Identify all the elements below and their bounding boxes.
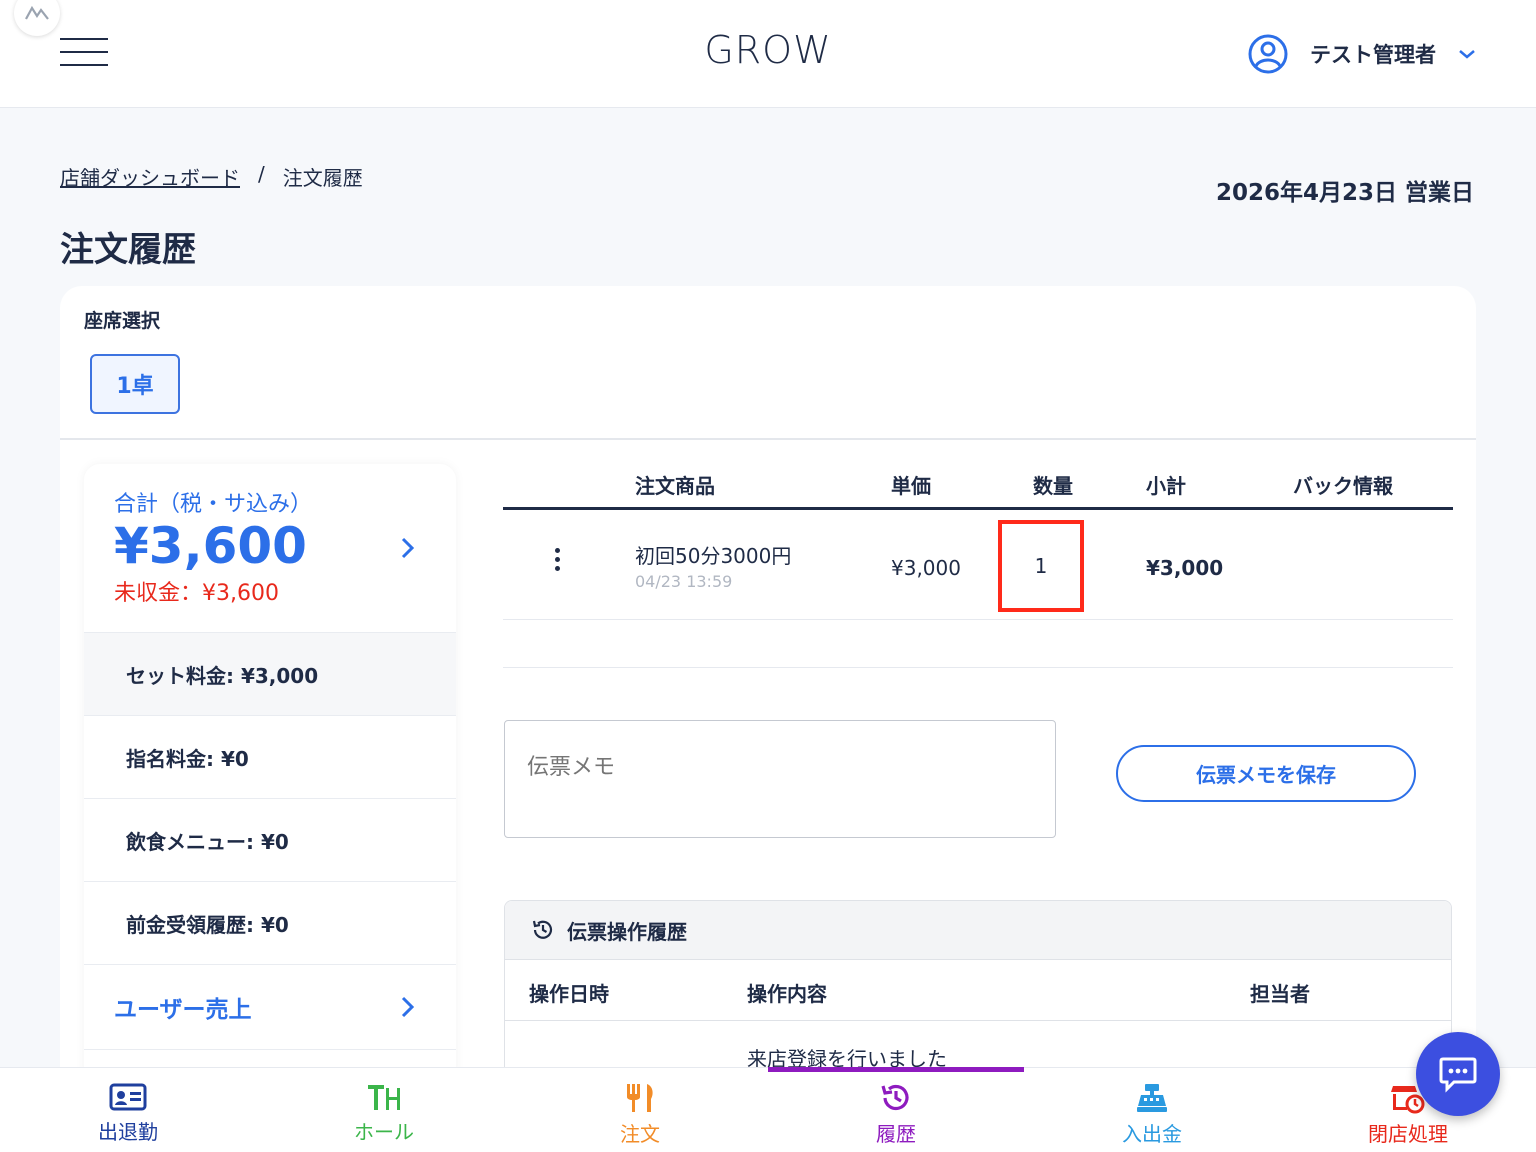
column-header-content: 操作内容 bbox=[747, 982, 827, 1006]
nav-label: 入出金 bbox=[1122, 1122, 1182, 1146]
column-header-back-info: バック情報 bbox=[1293, 474, 1393, 498]
nav-label: 注文 bbox=[620, 1122, 660, 1146]
breadcrumb-dashboard-link[interactable]: 店舗ダッシュボード bbox=[60, 162, 240, 191]
operation-history-header: 伝票操作履歴 bbox=[505, 901, 1451, 960]
nav-label: 出退勤 bbox=[98, 1120, 158, 1144]
history-icon bbox=[532, 920, 553, 939]
chevron-down-icon bbox=[1459, 50, 1475, 59]
nav-attendance[interactable]: 出退勤 bbox=[0, 1068, 256, 1152]
subtotal: ¥3,000 bbox=[1146, 556, 1224, 580]
operation-history-columns: 操作日時 操作内容 担当者 bbox=[505, 960, 1451, 1021]
item-name: 初回50分3000円 bbox=[635, 544, 792, 568]
history-icon bbox=[881, 1084, 909, 1111]
nav-label: ホール bbox=[354, 1120, 414, 1144]
nav-label: 履歴 bbox=[876, 1122, 916, 1146]
app-logo-icon[interactable] bbox=[14, 0, 60, 36]
column-header-unit-price: 単価 bbox=[891, 474, 931, 498]
breadcrumb-current: 注文履歴 bbox=[282, 166, 363, 190]
bottom-nav: 出退勤 ホール 注文 履歴 入出金 閉店処理 bbox=[0, 1067, 1536, 1152]
chevron-right-icon[interactable] bbox=[400, 536, 416, 560]
total-amount: ¥3,600 bbox=[114, 517, 307, 575]
bill-summary-panel: 合計（税・サ込み） ¥3,600 未収金：¥3,600 セット料金: ¥3,00… bbox=[84, 464, 456, 1084]
menu-icon[interactable] bbox=[60, 38, 108, 68]
operation-history-title: 伝票操作履歴 bbox=[567, 919, 687, 944]
order-table-header: 注文商品 単価 数量 小計 バック情報 bbox=[503, 462, 1453, 510]
cash-register-icon bbox=[1137, 1084, 1167, 1112]
user-menu[interactable]: テスト管理者 bbox=[1248, 34, 1476, 74]
page-title: 注文履歴 bbox=[60, 230, 196, 270]
user-sales-label: ユーザー売上 bbox=[114, 997, 252, 1023]
user-sales-link[interactable]: ユーザー売上 bbox=[84, 964, 456, 1050]
quantity-cell[interactable]: 1 bbox=[998, 520, 1084, 612]
chat-icon bbox=[1439, 1057, 1477, 1093]
total-block[interactable]: 合計（税・サ込み） ¥3,600 未収金：¥3,600 bbox=[84, 464, 456, 632]
table-spacer bbox=[503, 620, 1453, 668]
nav-hall[interactable]: ホール bbox=[256, 1068, 512, 1152]
breadcrumb: 店舗ダッシュボード / 注文履歴 bbox=[60, 162, 363, 191]
nav-history[interactable]: 履歴 bbox=[768, 1068, 1024, 1152]
set-fee-row[interactable]: セット料金: ¥3,000 bbox=[84, 632, 456, 715]
slip-memo-input[interactable] bbox=[504, 720, 1056, 838]
divider bbox=[60, 438, 1476, 440]
table-icon bbox=[368, 1085, 400, 1110]
food-menu-row[interactable]: 飲食メニュー: ¥0 bbox=[84, 798, 456, 881]
seat-button-1[interactable]: 1卓 bbox=[90, 354, 180, 414]
id-card-icon bbox=[109, 1083, 147, 1111]
unpaid-amount: 未収金：¥3,600 bbox=[114, 580, 279, 606]
user-avatar-icon bbox=[1248, 34, 1288, 74]
nav-cash[interactable]: 入出金 bbox=[1024, 1068, 1280, 1152]
deposit-history-row[interactable]: 前金受領履歴: ¥0 bbox=[84, 881, 456, 964]
chevron-right-icon bbox=[401, 996, 415, 1018]
user-name: テスト管理者 bbox=[1310, 43, 1436, 67]
column-header-datetime: 操作日時 bbox=[529, 982, 609, 1006]
chat-button[interactable] bbox=[1416, 1032, 1500, 1116]
quantity-value: 1 bbox=[1034, 554, 1048, 578]
table-row: 初回50分3000円 04/23 13:59 ¥3,000 1 ¥3,000 bbox=[503, 510, 1453, 620]
column-header-item: 注文商品 bbox=[635, 474, 715, 498]
nav-order[interactable]: 注文 bbox=[512, 1068, 768, 1152]
order-table: 注文商品 単価 数量 小計 バック情報 初回50分3000円 04/23 13:… bbox=[503, 462, 1453, 668]
column-header-subtotal: 小計 bbox=[1146, 474, 1186, 498]
column-header-quantity: 数量 bbox=[1033, 474, 1073, 498]
nav-label: 閉店処理 bbox=[1368, 1122, 1448, 1146]
fork-knife-icon bbox=[627, 1084, 653, 1112]
business-date: 2026年4月23日 営業日 bbox=[1215, 180, 1474, 206]
save-memo-button[interactable]: 伝票メモを保存 bbox=[1116, 745, 1416, 802]
item-time: 04/23 13:59 bbox=[635, 572, 733, 591]
column-header-staff: 担当者 bbox=[1250, 982, 1310, 1006]
more-options-icon[interactable] bbox=[549, 548, 565, 578]
unit-price: ¥3,000 bbox=[891, 556, 961, 580]
nomination-fee-row[interactable]: 指名料金: ¥0 bbox=[84, 715, 456, 798]
seat-selection-label: 座席選択 bbox=[84, 310, 161, 332]
breadcrumb-separator: / bbox=[258, 162, 265, 186]
active-tab-indicator bbox=[768, 1067, 1024, 1072]
operation-history-panel: 伝票操作履歴 操作日時 操作内容 担当者 来店登録を行いました bbox=[504, 900, 1452, 1080]
total-label: 合計（税・サ込み） bbox=[114, 492, 313, 517]
app-header: GROW テスト管理者 bbox=[0, 0, 1536, 108]
